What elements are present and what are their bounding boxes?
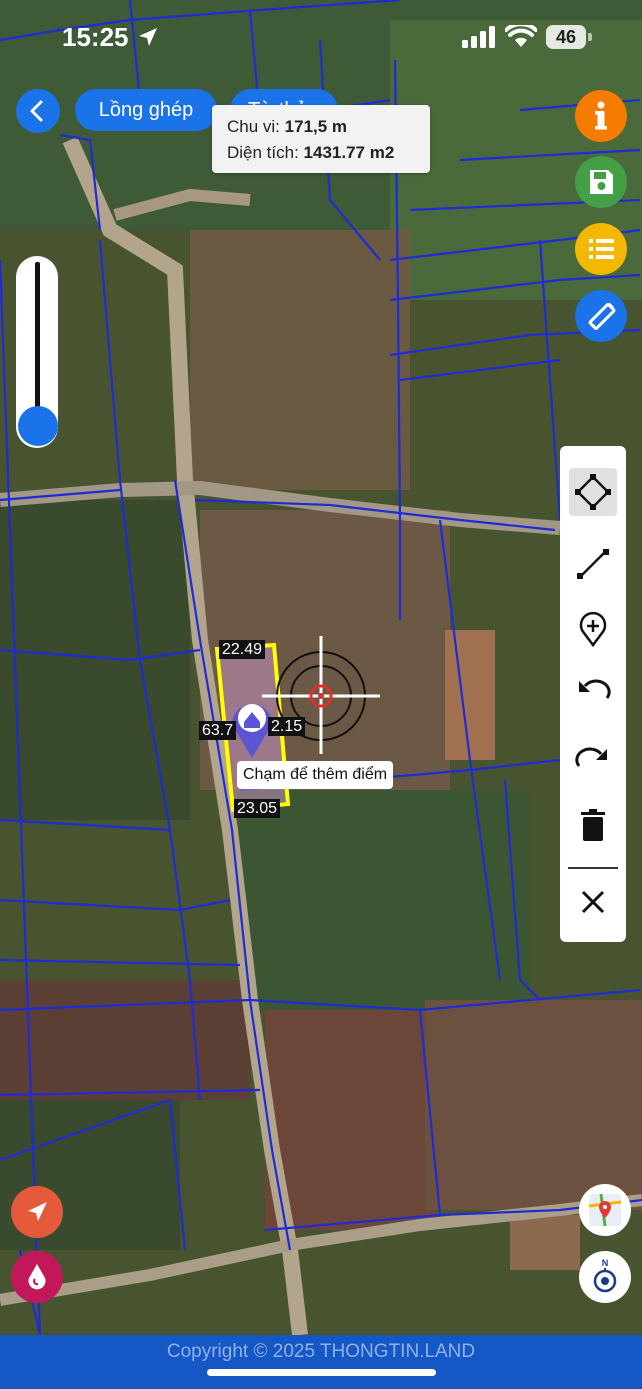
area-value: 1431.77 m2	[303, 143, 395, 162]
polygon-select-tool[interactable]	[569, 468, 617, 516]
water-drop-icon	[28, 1264, 46, 1290]
back-button[interactable]	[16, 89, 60, 133]
satellite-map[interactable]	[0, 0, 642, 1335]
slider-knob[interactable]	[18, 406, 58, 446]
signal-icon	[462, 26, 495, 48]
ruler-edit-button[interactable]	[575, 290, 627, 342]
list-icon	[589, 239, 614, 259]
perimeter-label: Chu vi:	[227, 117, 280, 136]
battery-level: 46	[546, 25, 586, 49]
info-button[interactable]	[575, 90, 627, 142]
compass-icon: N	[593, 1258, 617, 1293]
battery-tip	[588, 33, 592, 41]
map-layers-icon	[588, 1193, 622, 1227]
edge-label-right: 2.15	[268, 717, 306, 736]
ruler-edit-icon	[588, 302, 616, 330]
measurement-popup: Chu vi: 171,5 m Diện tích: 1431.77 m2	[212, 105, 430, 173]
line-segment-icon	[577, 549, 609, 579]
edge-label-bottom: 23.05	[234, 799, 281, 818]
add-point-icon	[579, 611, 607, 648]
compass-button[interactable]: N	[579, 1251, 631, 1303]
location-arrow-icon	[139, 28, 157, 46]
info-icon	[595, 101, 607, 130]
status-bar: 15:25 46	[0, 0, 642, 76]
add-point-hint: Chạm để thêm điểm	[237, 761, 394, 789]
close-icon	[581, 890, 605, 914]
toolbar-divider	[568, 867, 618, 869]
map-layers-button[interactable]	[579, 1184, 631, 1236]
undo-tool[interactable]	[569, 668, 617, 716]
add-point-tool[interactable]	[569, 606, 617, 654]
tab-merge[interactable]: Lồng ghép	[75, 89, 217, 131]
map-imagery	[0, 0, 642, 1335]
save-button[interactable]	[575, 156, 627, 208]
polygon-select-icon	[575, 474, 611, 510]
edge-label-left: 63.7	[199, 721, 237, 740]
perimeter-value: 171,5 m	[284, 117, 348, 136]
list-button[interactable]	[575, 223, 627, 275]
home-indicator[interactable]	[207, 1369, 436, 1376]
copyright-text: Copyright © 2025 THONGTIN.LAND	[166, 1341, 476, 1362]
redo-icon	[575, 747, 607, 767]
wifi-icon	[505, 25, 537, 47]
undo-icon	[579, 679, 611, 699]
line-segment-tool[interactable]	[569, 540, 617, 588]
water-drop-button[interactable]	[11, 1251, 63, 1303]
edge-label-top: 22.49	[219, 640, 266, 659]
slider-line	[35, 262, 40, 422]
trash-icon	[581, 809, 605, 841]
draw-toolbar	[560, 446, 626, 942]
redo-tool[interactable]	[569, 736, 617, 784]
navigate-button[interactable]	[11, 1186, 63, 1238]
chevron-left-icon	[30, 100, 43, 122]
status-time: 15:25	[62, 22, 129, 52]
area-label: Diện tích:	[227, 143, 299, 162]
save-icon	[590, 170, 613, 194]
svg-text:N: N	[602, 1258, 609, 1268]
navigate-arrow-icon	[28, 1202, 47, 1221]
delete-tool[interactable]	[569, 802, 617, 850]
close-tool[interactable]	[569, 878, 617, 926]
